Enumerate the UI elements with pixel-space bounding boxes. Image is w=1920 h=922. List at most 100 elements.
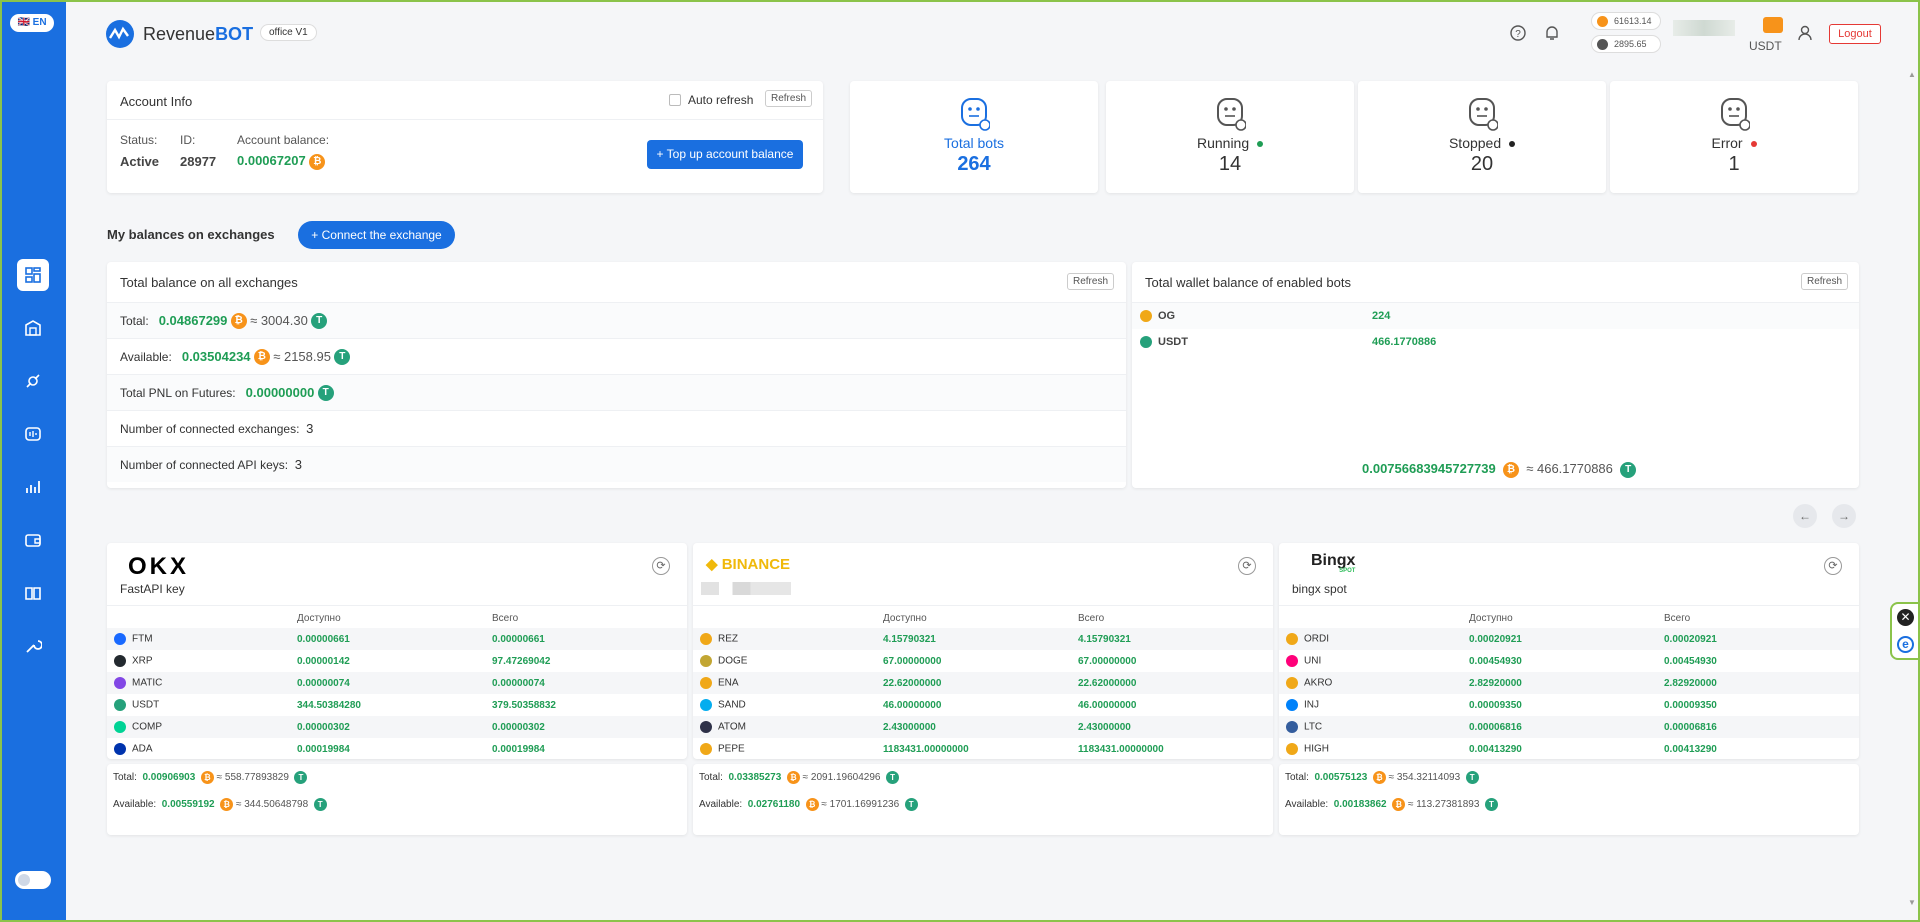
exchange-summary-panel: Total: 0.00575123 ₿ ≈ 354.32114093 T Ava… <box>1279 764 1859 835</box>
col-available-header: Доступно <box>1469 612 1513 624</box>
account-refresh-button[interactable]: Refresh <box>765 90 813 107</box>
next-arrow-icon[interactable]: → <box>1832 504 1856 528</box>
exchange-nav-icon[interactable] <box>17 312 49 344</box>
auto-refresh-checkbox[interactable] <box>669 94 681 106</box>
token-icon <box>1286 743 1298 755</box>
robot-icon <box>1718 95 1751 131</box>
stat-value: 264 <box>957 153 991 175</box>
stat-label: Stopped <box>1358 135 1606 151</box>
bitcoin-icon: ₿ <box>220 798 234 811</box>
currency-label[interactable]: USDT <box>1749 39 1782 53</box>
balance-label: Account balance: <box>237 133 330 147</box>
book-nav-icon[interactable] <box>17 577 49 609</box>
theme-toggle[interactable] <box>15 871 51 889</box>
token-icon <box>700 743 712 755</box>
stat-card[interactable]: Stopped 20 <box>1358 81 1606 193</box>
exchange-key-name: bingx spot <box>1292 582 1347 596</box>
wallet-total-row: 0.00756683945727739 ₿ ≈ 466.1770886 T <box>1362 461 1637 478</box>
total-btc: 0.04867299 <box>158 313 228 328</box>
pnl-label: Total PNL on Futures: <box>120 385 236 400</box>
token-cell: XRP <box>107 650 297 672</box>
token-cell: ADA <box>107 738 297 760</box>
table-row: COMP 0.00000302 0.00000302 <box>107 716 687 738</box>
user-icon[interactable] <box>1796 24 1814 42</box>
top-up-button[interactable]: + Top up account balance <box>647 140 803 169</box>
available-label: Available: <box>120 349 172 364</box>
bell-icon[interactable] <box>1543 24 1561 42</box>
total-cell: 0.00454930 <box>1664 655 1717 667</box>
language-switch[interactable]: 🇬🇧 EN <box>10 14 54 32</box>
logo-icon <box>106 20 134 48</box>
table-row: XRP 0.00000142 97.47269042 <box>107 650 687 672</box>
status-dot-icon <box>1257 141 1264 148</box>
stat-value: 1 <box>1728 153 1740 175</box>
token-cell: FTM <box>107 628 297 650</box>
total-cell: 0.00006816 <box>1664 721 1717 733</box>
col-total-header: Всего <box>1078 612 1105 624</box>
stat-card[interactable]: Running 14 <box>1106 81 1354 193</box>
exchange-refresh-icon[interactable]: ⟳ <box>1238 557 1256 575</box>
prev-arrow-icon[interactable]: ← <box>1793 504 1817 528</box>
table-row: ENA 22.62000000 22.62000000 <box>693 672 1273 694</box>
wallet-value: 224 <box>1372 310 1391 322</box>
connect-exchange-button[interactable]: + Connect the exchange <box>298 221 455 249</box>
btc-price-pill: 61613.14 <box>1591 12 1661 30</box>
total-cell: 0.00000661 <box>492 633 545 645</box>
token-icon <box>114 655 126 667</box>
stat-card[interactable]: Total bots 264 <box>850 81 1098 193</box>
wallet-btc-icon[interactable] <box>1763 17 1783 33</box>
exchange-refresh-icon[interactable]: ⟳ <box>1824 557 1842 575</box>
col-available-header: Доступно <box>297 612 341 624</box>
blurred-user-info <box>1673 20 1735 36</box>
bitcoin-icon: ₿ <box>1503 461 1519 478</box>
token-cell: MATIC <box>107 672 297 694</box>
side-widget[interactable]: ✕ e <box>1890 602 1920 660</box>
wallet-refresh-button[interactable]: Refresh <box>1801 273 1849 290</box>
token-icon <box>1140 310 1152 322</box>
col-total-header: Всего <box>492 612 519 624</box>
col-total-header: Всего <box>1664 612 1691 624</box>
total-cell: 46.00000000 <box>1078 699 1137 711</box>
token-icon <box>1286 655 1298 667</box>
svg-text:?: ? <box>1515 29 1521 40</box>
exchange-total-row: Total: 0.03385273 ₿ ≈ 2091.19604296 T <box>699 771 900 784</box>
table-row: MATIC 0.00000074 0.00000074 <box>107 672 687 694</box>
status-dot-icon <box>1509 141 1516 148</box>
exchange-logo: Bingx SPOT <box>1311 552 1356 574</box>
wallet-symbol: USDT <box>1158 336 1188 348</box>
blurred-exchange-name <box>701 582 791 595</box>
wallet-value: 466.1770886 <box>1372 336 1437 348</box>
exchange-available-row: Available: 0.00559192 ₿ ≈ 344.50648798 T <box>113 798 327 811</box>
dashboard-nav-icon[interactable] <box>17 259 49 291</box>
token-icon <box>1286 633 1298 645</box>
help-icon[interactable]: ? <box>1509 24 1527 42</box>
bots-nav-icon[interactable] <box>17 365 49 397</box>
exchange-refresh-icon[interactable]: ⟳ <box>652 557 670 575</box>
total-cell: 2.43000000 <box>1078 721 1131 733</box>
exchange-card: ◆ BINANCE ⟳ Доступно Всего REZ 4.1579032… <box>693 543 1273 835</box>
table-row: INJ 0.00009350 0.00009350 <box>1279 694 1859 716</box>
total-label: Total: <box>120 313 149 328</box>
table-row: AKRO 2.82920000 2.82920000 <box>1279 672 1859 694</box>
wallet-nav-icon[interactable] <box>17 524 49 556</box>
total-cell: 0.00000302 <box>492 721 545 733</box>
total-balance-refresh-button[interactable]: Refresh <box>1067 273 1115 290</box>
scroll-up-icon[interactable]: ▲ <box>1908 70 1916 79</box>
header: RevenueBOT office V1 ? 61613.14 2895.65 … <box>66 0 1920 68</box>
stat-card[interactable]: Error 1 <box>1610 81 1858 193</box>
terminal-nav-icon[interactable] <box>17 418 49 450</box>
total-cell: 97.47269042 <box>492 655 551 667</box>
exchange-table: Доступно Всего ORDI 0.00020921 0.0002092… <box>1279 608 1859 760</box>
office-badge[interactable]: office V1 <box>260 24 317 41</box>
close-icon[interactable]: ✕ <box>1897 609 1914 626</box>
total-balance-card: Total balance on all exchanges Refresh T… <box>107 262 1126 488</box>
total-usdt: ≈ 3004.30 <box>250 313 308 328</box>
scroll-down-icon[interactable]: ▼ <box>1908 898 1916 907</box>
ethereum-icon <box>1597 39 1608 50</box>
settings-wrench-icon[interactable] <box>17 630 49 662</box>
statistics-nav-icon[interactable] <box>17 471 49 503</box>
e-icon[interactable]: e <box>1897 636 1914 653</box>
wallet-total-btc: 0.00756683945727739 <box>1362 461 1496 476</box>
logout-button[interactable]: Logout <box>1829 24 1881 44</box>
token-icon <box>114 677 126 689</box>
